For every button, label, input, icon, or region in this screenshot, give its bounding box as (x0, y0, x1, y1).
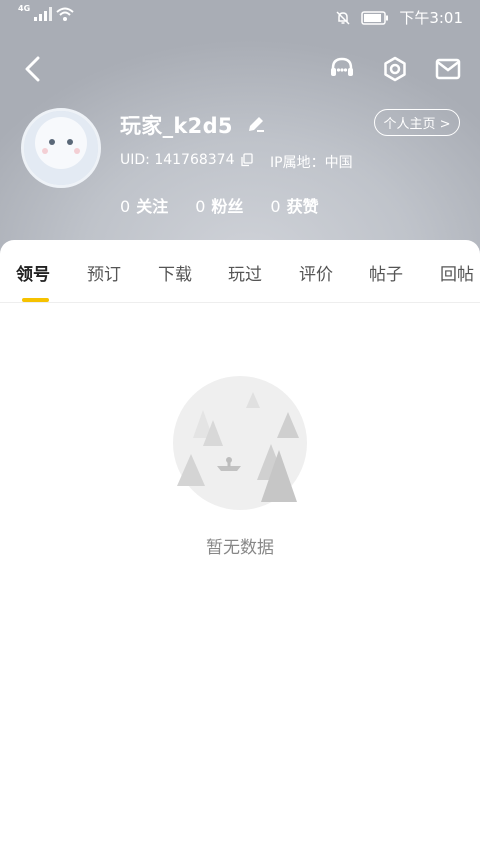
stat-count: 0 (195, 197, 206, 216)
settings-button[interactable] (380, 54, 410, 84)
stat-count: 0 (120, 197, 131, 216)
status-left: 4G (18, 4, 74, 21)
tab-played[interactable]: 玩过 (228, 260, 262, 285)
battery-icon (361, 10, 389, 25)
status-right: 下午3:01 (335, 7, 463, 28)
stat-count: 0 (270, 197, 281, 216)
back-arrow-icon (25, 56, 40, 82)
tab-bar: 领号 预订 下载 玩过 评价 帖子 回帖 (0, 240, 480, 303)
empty-state-text: 暂无数据 (206, 538, 274, 558)
stat-label: 粉丝 (211, 197, 244, 216)
ip-location: IP属地：中国 (270, 155, 353, 171)
stats-row: 0 关注 0 粉丝 0 获赞 (120, 193, 319, 217)
tab-replies[interactable]: 回帖 (440, 260, 474, 285)
network-type: 4G (18, 4, 31, 13)
copy-icon[interactable] (240, 153, 253, 167)
stat-label: 关注 (136, 197, 169, 216)
back-button[interactable] (18, 54, 48, 84)
tab-download[interactable]: 下载 (158, 260, 192, 285)
tab-reserve[interactable]: 预订 (87, 260, 121, 285)
stat-following[interactable]: 0 关注 (120, 193, 168, 217)
customer-service-button[interactable] (327, 54, 357, 84)
stat-likes[interactable]: 0 获赞 (270, 193, 318, 217)
mail-icon (435, 58, 461, 80)
empty-state-illustration (173, 376, 307, 510)
mail-button[interactable] (433, 54, 463, 84)
tab-posts[interactable]: 帖子 (369, 260, 403, 285)
stat-followers[interactable]: 0 粉丝 (195, 193, 243, 217)
customer-service-icon (331, 57, 353, 76)
wifi-icon (56, 7, 74, 21)
uid-row: UID: 141768374 (120, 152, 253, 168)
status-bar: 4G 下午3:01 (0, 0, 480, 34)
personal-homepage-button[interactable]: 个人主页 > (374, 109, 460, 136)
signal-icon (34, 7, 53, 21)
mute-bell-icon (336, 10, 350, 25)
settings-icon (384, 56, 406, 82)
stat-label: 获赞 (286, 197, 319, 216)
edit-icon[interactable] (246, 114, 266, 134)
profile-header: 4G 下午3:01 玩家_k2d5 个人主页 > UID: 141768374 … (0, 0, 480, 262)
content-panel: 领号 预订 下载 玩过 评价 帖子 回帖 暂无数据 (0, 240, 480, 853)
tab-active-indicator (22, 298, 49, 302)
avatar[interactable] (21, 108, 101, 188)
tab-claim-code[interactable]: 领号 (16, 260, 50, 285)
username: 玩家_k2d5 (120, 114, 233, 138)
uid-text: UID: 141768374 (120, 152, 235, 168)
tab-reviews[interactable]: 评价 (299, 260, 333, 285)
status-time: 下午3:01 (399, 9, 463, 27)
avatar-face-icon (24, 111, 98, 185)
